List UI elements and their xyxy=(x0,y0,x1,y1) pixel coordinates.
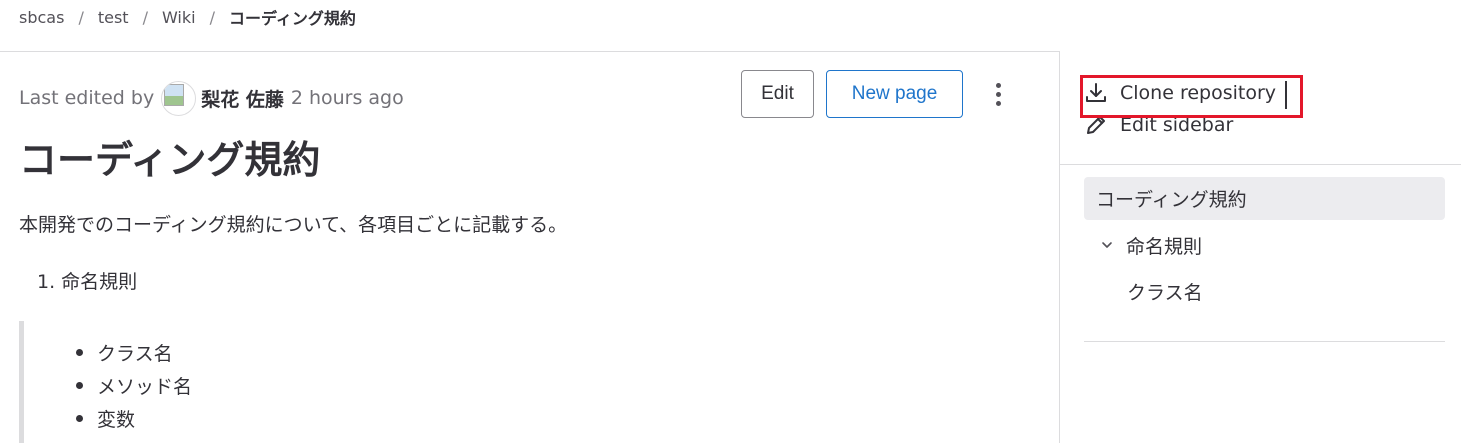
breadcrumb-link-test[interactable]: test xyxy=(98,8,129,27)
list-item: メソッド名 xyxy=(76,369,192,402)
intro-paragraph: 本開発でのコーディング規約について、各項目ごとに記載する。 xyxy=(19,214,568,236)
highlight-box xyxy=(1080,75,1303,118)
sidebar-item-class-name[interactable]: クラス名 xyxy=(1127,275,1203,307)
sidebar-item-naming-rules[interactable]: 命名規則 xyxy=(1100,229,1202,261)
breadcrumb-link-wiki[interactable]: Wiki xyxy=(162,8,196,27)
sidebar-bottom-divider xyxy=(1084,341,1445,342)
header-divider xyxy=(0,51,1059,52)
kebab-dot xyxy=(995,82,1001,88)
list-item: クラス名 xyxy=(76,336,192,369)
list-item-text: メソッド名 xyxy=(97,376,193,398)
bullet-list: クラス名 メソッド名 変数 xyxy=(76,336,192,435)
text-cursor xyxy=(1285,81,1287,109)
bullet-icon xyxy=(76,415,83,422)
list-item-text: クラス名 xyxy=(97,343,173,365)
edit-button[interactable]: Edit xyxy=(741,70,814,118)
edited-time: 2 hours ago xyxy=(290,87,404,109)
breadcrumb-link-sbcas[interactable]: sbcas xyxy=(19,8,64,27)
list-item-text: 変数 xyxy=(97,409,136,431)
list-item: 変数 xyxy=(76,402,192,435)
last-edited-label: Last edited by xyxy=(19,87,155,109)
kebab-dot xyxy=(995,100,1001,106)
sidebar-divider xyxy=(1059,51,1060,443)
breadcrumb-separator: / xyxy=(78,7,84,27)
page-title: コーディング規約 xyxy=(19,138,321,182)
breadcrumb-separator: / xyxy=(142,7,148,27)
breadcrumb-current[interactable]: コーディング規約 xyxy=(229,5,356,29)
bullet-icon xyxy=(76,382,83,389)
author-link[interactable]: 梨花 佐藤 xyxy=(201,85,284,112)
broken-image-icon xyxy=(164,83,185,106)
ordered-list-item: 1. 命名規則 xyxy=(37,271,138,293)
last-edited-info: Last edited by 梨花 佐藤 2 hours ago xyxy=(19,80,404,116)
chevron-down-icon[interactable] xyxy=(1100,238,1114,252)
breadcrumb-separator: / xyxy=(209,7,215,27)
bullet-icon xyxy=(76,349,83,356)
avatar[interactable] xyxy=(161,80,197,116)
sidebar-item-label: 命名規則 xyxy=(1126,235,1203,258)
blockquote-bar xyxy=(19,321,24,443)
sidebar-section-divider xyxy=(1060,164,1461,165)
more-actions-icon[interactable] xyxy=(982,74,1014,114)
sidebar-item-coding-rules[interactable]: コーディング規約 xyxy=(1084,177,1445,220)
kebab-dot xyxy=(995,91,1001,97)
breadcrumb: sbcas / test / Wiki / コーディング規約 xyxy=(19,5,356,29)
new-page-button[interactable]: New page xyxy=(826,70,963,118)
